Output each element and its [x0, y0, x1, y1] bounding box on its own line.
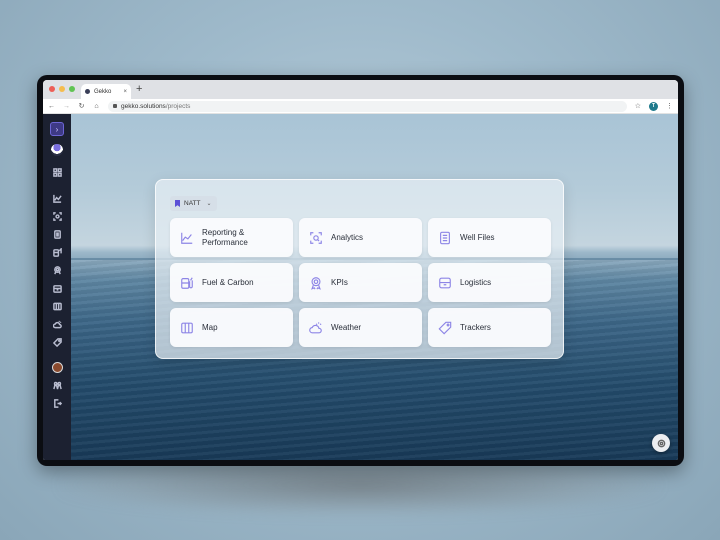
- module-label: Logistics: [460, 277, 492, 287]
- module-label: Map: [202, 322, 218, 332]
- dashboard-grid-icon: [52, 167, 62, 177]
- trackers-tag-icon: [52, 337, 62, 347]
- sidebar-item-analytics[interactable]: [51, 210, 63, 222]
- forward-icon[interactable]: →: [63, 103, 70, 110]
- gekko-favicon-icon: [85, 89, 90, 94]
- gekko-logo[interactable]: [51, 144, 63, 156]
- module-card-kpis[interactable]: KPIs: [299, 263, 422, 302]
- tab-title: Gekko: [94, 88, 112, 95]
- user-avatar[interactable]: [51, 362, 63, 373]
- module-card-reporting[interactable]: Reporting & Performance: [170, 218, 293, 257]
- logistics-box-icon: [52, 284, 62, 293]
- reporting-chart-icon: [181, 232, 193, 244]
- project-selector[interactable]: NATT ⌄: [170, 196, 217, 211]
- logistics-box-icon: [439, 277, 451, 288]
- url-input[interactable]: gekko.solutions/projects: [108, 100, 627, 112]
- module-card-well-files[interactable]: Well Files: [428, 218, 551, 257]
- module-label: Fuel & Carbon: [202, 277, 254, 287]
- sidebar-item-fuel-carbon[interactable]: [51, 246, 63, 258]
- profile-avatar[interactable]: T: [649, 101, 658, 111]
- analytics-scan-icon: [310, 231, 322, 244]
- sidebar-item-logistics[interactable]: [51, 282, 63, 294]
- browser-tab[interactable]: Gekko ×: [81, 84, 131, 99]
- gear-icon: [657, 439, 665, 447]
- sidebar-item-kpis[interactable]: [51, 264, 63, 276]
- team-users-icon: [52, 381, 62, 389]
- trackers-tag-icon: [438, 321, 452, 334]
- project-name: NATT: [184, 200, 201, 207]
- minimize-window-button[interactable]: [59, 86, 65, 92]
- home-icon[interactable]: ⌂: [93, 103, 100, 110]
- module-label: Trackers: [460, 322, 491, 332]
- weather-icon: [52, 320, 62, 328]
- lock-icon: [113, 104, 117, 108]
- logout-icon: [53, 398, 62, 408]
- module-label: Reporting & Performance: [202, 227, 248, 247]
- browser-window: Gekko × + ← → ↻ ⌂ gekko.solutions/projec…: [43, 80, 678, 460]
- address-bar-row: ← → ↻ ⌂ gekko.solutions/projects ☆ T ⋮: [43, 99, 678, 114]
- map-icon: [181, 322, 193, 333]
- sidebar-item-well-files[interactable]: [51, 228, 63, 240]
- map-icon: [52, 302, 62, 310]
- well-files-icon: [53, 229, 61, 239]
- sidebar-item-logout[interactable]: [51, 397, 63, 409]
- sidebar-item-team[interactable]: [51, 379, 63, 391]
- well-files-icon: [440, 231, 450, 244]
- module-card-trackers[interactable]: Trackers: [428, 308, 551, 347]
- weather-icon: [309, 321, 322, 333]
- module-label: Weather: [331, 322, 362, 332]
- url-path: /projects: [165, 102, 191, 110]
- settings-fab-button[interactable]: [652, 434, 670, 452]
- chevron-down-icon: ⌄: [206, 201, 212, 207]
- sidebar-expand-button[interactable]: ›: [50, 122, 64, 136]
- module-label: Analytics: [331, 232, 364, 242]
- tab-bar: Gekko × +: [43, 80, 678, 99]
- window-controls: [49, 86, 75, 92]
- browser-menu-icon[interactable]: ⋮: [666, 102, 673, 110]
- sidebar-item-dashboard[interactable]: [51, 166, 63, 178]
- reporting-chart-icon: [52, 194, 62, 203]
- maximize-window-button[interactable]: [69, 86, 75, 92]
- back-icon[interactable]: ←: [48, 103, 55, 110]
- new-tab-button[interactable]: +: [136, 83, 142, 95]
- url-host: gekko.solutions: [121, 102, 166, 110]
- module-card-logistics[interactable]: Logistics: [428, 263, 551, 302]
- monitor-frame: Gekko × + ← → ↻ ⌂ gekko.solutions/projec…: [37, 75, 684, 466]
- module-card-map[interactable]: Map: [170, 308, 293, 347]
- fuel-carbon-icon: [52, 247, 62, 257]
- modules-panel: NATT ⌄ Reporting & Performance Analytics: [155, 179, 564, 359]
- module-card-weather[interactable]: Weather: [299, 308, 422, 347]
- module-label: Well Files: [460, 232, 495, 242]
- sidebar-item-map[interactable]: [51, 300, 63, 312]
- modules-grid: Reporting & Performance Analytics Well F…: [170, 218, 551, 347]
- module-card-fuel-carbon[interactable]: Fuel & Carbon: [170, 263, 293, 302]
- sidebar-item-reporting[interactable]: [51, 192, 63, 204]
- analytics-scan-icon: [52, 211, 62, 221]
- kpis-award-icon: [311, 276, 321, 290]
- close-window-button[interactable]: [49, 86, 55, 92]
- tab-close-icon[interactable]: ×: [123, 89, 127, 95]
- sidebar: ›: [43, 114, 71, 460]
- module-card-analytics[interactable]: Analytics: [299, 218, 422, 257]
- bookmark-star-icon[interactable]: ☆: [635, 102, 641, 110]
- fuel-carbon-icon: [181, 276, 193, 289]
- app-area: › NATT ⌄ Reporting & Performance Analyti…: [43, 114, 678, 460]
- kpis-award-icon: [53, 265, 61, 274]
- bookmark-icon: [175, 200, 180, 207]
- sidebar-item-trackers[interactable]: [51, 336, 63, 348]
- module-label: KPIs: [331, 277, 348, 287]
- reload-icon[interactable]: ↻: [78, 102, 85, 110]
- sidebar-item-weather[interactable]: [51, 318, 63, 330]
- main-content: NATT ⌄ Reporting & Performance Analytics: [71, 114, 678, 460]
